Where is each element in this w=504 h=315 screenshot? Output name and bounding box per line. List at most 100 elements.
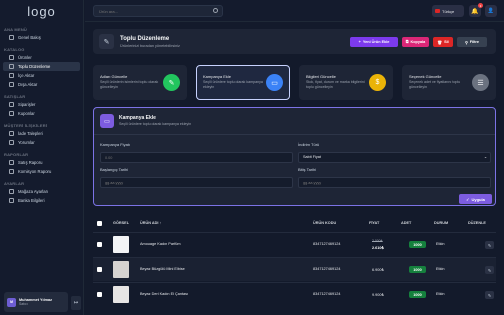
start-date-input[interactable] bbox=[100, 177, 293, 188]
sidebar-item-reviews[interactable]: Yorumlar bbox=[3, 138, 80, 147]
product-code: 8347127469124 bbox=[313, 292, 341, 296]
avatar: M bbox=[7, 297, 16, 307]
column-status: DURUM bbox=[434, 221, 449, 225]
section-reports: RAPORLAR bbox=[4, 152, 29, 157]
sidebar-item-label: Ürünler bbox=[18, 55, 32, 60]
sidebar-item-commission-report[interactable]: Komisyon Raporu bbox=[3, 167, 80, 176]
product-image bbox=[113, 286, 129, 303]
app-logo[interactable]: logo bbox=[0, 0, 83, 22]
pencil-icon: ✎ bbox=[163, 74, 180, 91]
sidebar-item-returns[interactable]: İade Talepleri bbox=[3, 129, 80, 138]
product-code: 8347127469124 bbox=[313, 242, 341, 246]
row-checkbox[interactable] bbox=[97, 267, 102, 272]
end-date-input[interactable] bbox=[298, 177, 491, 188]
notification-badge: 3 bbox=[478, 3, 483, 8]
sidebar-item-orders[interactable]: Siparişler bbox=[3, 100, 80, 109]
sidebar-item-overview[interactable]: Genel Bakış bbox=[3, 33, 80, 42]
column-image: GÖRSEL bbox=[113, 221, 130, 225]
table-row[interactable]: Beyaz Deri Kadın El Çantası 834712746912… bbox=[93, 282, 496, 306]
sidebar-item-coupons[interactable]: Kuponlar bbox=[3, 109, 80, 118]
table-row[interactable]: Beyaz Büzgülü Mini Elbise 8347127469124 … bbox=[93, 257, 496, 281]
sidebar-item-label: Toplu Düzenleme bbox=[18, 64, 51, 69]
delete-button[interactable]: 🗑 Sil bbox=[433, 37, 453, 47]
sidebar-item-bulk-edit[interactable]: Toplu Düzenleme bbox=[3, 62, 80, 71]
search-input[interactable] bbox=[93, 5, 223, 17]
row-checkbox[interactable] bbox=[97, 292, 102, 297]
page-title: Toplu Düzenleme bbox=[120, 36, 170, 42]
profile-button[interactable]: 👤 bbox=[485, 5, 497, 17]
card-update-info[interactable]: Bilgileri Güncelle Stok, fiyat, durum ve… bbox=[299, 65, 393, 100]
grid-icon bbox=[9, 35, 14, 40]
card-desc: Seçili ürünlerin isimlerini toplu olarak… bbox=[100, 80, 159, 89]
campaign-price-input[interactable] bbox=[100, 152, 293, 163]
credit-card-icon: ▭ bbox=[266, 74, 283, 91]
status-text: Etkin bbox=[436, 267, 445, 271]
campaign-panel: ▭ Kampanya Ekle Seçili ürünlere toplu ol… bbox=[93, 107, 496, 206]
logout-button[interactable]: ↦ bbox=[71, 296, 81, 310]
logo-text: logo bbox=[27, 3, 56, 19]
notifications-button[interactable]: 🔔 3 bbox=[469, 3, 483, 17]
row-checkbox[interactable] bbox=[97, 242, 102, 247]
status-text: Etkin bbox=[436, 242, 445, 246]
export-icon bbox=[9, 82, 14, 87]
filter-button[interactable]: ⚲ Filtre bbox=[457, 37, 487, 47]
percent-icon bbox=[9, 169, 14, 174]
sidebar-item-import[interactable]: İçe Aktar bbox=[3, 71, 80, 80]
column-price: FİYAT bbox=[369, 221, 380, 225]
column-qty: ADET bbox=[401, 221, 412, 225]
qty-badge: 1000 bbox=[409, 291, 426, 298]
chart-icon bbox=[9, 160, 14, 165]
product-price: 9.900₺ bbox=[372, 293, 384, 297]
cart-icon bbox=[9, 102, 14, 107]
column-code: ÜRÜN KODU bbox=[313, 221, 337, 225]
user-card[interactable]: M Muhammet Yılmaz Satıcı bbox=[4, 292, 68, 312]
sidebar-item-bank-info[interactable]: Banka Bilgileri bbox=[3, 196, 80, 205]
table-row[interactable]: Amouage Kadın Parfüm 8347127469124 2.000… bbox=[93, 232, 496, 256]
copy-button[interactable]: ⧉ Kopyala bbox=[402, 37, 429, 47]
sidebar-item-label: Dışa Aktar bbox=[18, 82, 38, 87]
language-selector[interactable]: Türkçe bbox=[432, 5, 464, 17]
edit-button[interactable]: ✎ bbox=[485, 266, 494, 274]
sidebar-item-label: Genel Bakış bbox=[18, 35, 41, 40]
card-title: Adları Güncelle bbox=[100, 74, 128, 79]
new-product-button[interactable]: + Yeni Ürün Ekle bbox=[350, 37, 398, 47]
apply-button[interactable]: ✓ Uygula bbox=[459, 194, 492, 204]
select-all-checkbox[interactable] bbox=[97, 221, 102, 226]
qty-badge: 1000 bbox=[409, 266, 426, 273]
card-add-campaign[interactable]: Kampanya Ekle Seçili ürünlere toplu olar… bbox=[196, 65, 290, 100]
edit-button[interactable]: ✎ bbox=[485, 291, 494, 299]
card-update-options[interactable]: Seçenek Güncelle Seçenek adet ve fiyatla… bbox=[402, 65, 496, 100]
column-name[interactable]: ÜRÜN ADI ↑ bbox=[140, 221, 161, 225]
column-edit: DÜZENLE bbox=[468, 221, 486, 225]
section-settings: AYARLAR bbox=[4, 181, 25, 186]
card-title: Bilgileri Güncelle bbox=[306, 74, 336, 79]
page-header: ✎ Toplu Düzenleme Ürünlerinizi buradan y… bbox=[93, 29, 496, 54]
sidebar: logo ANA MENÜ Genel Bakış KATALOG Ürünle… bbox=[0, 0, 84, 315]
sidebar-item-products[interactable]: Ürünler bbox=[3, 53, 80, 62]
end-date-label: Bitiş Tarihi bbox=[298, 167, 317, 172]
discount-type-label: İndirim Türü bbox=[298, 142, 320, 147]
section-main: ANA MENÜ bbox=[4, 27, 28, 32]
sidebar-item-store-settings[interactable]: Mağaza Ayarları bbox=[3, 187, 80, 196]
button-label: Filtre bbox=[469, 40, 480, 44]
dollar-icon: $ bbox=[369, 74, 386, 91]
filter-icon: ⚲ bbox=[464, 40, 468, 45]
section-sales: SATIŞLAR bbox=[4, 94, 26, 99]
check-icon: ✓ bbox=[466, 196, 470, 202]
box-icon bbox=[9, 55, 14, 60]
sidebar-item-export[interactable]: Dışa Aktar bbox=[3, 80, 80, 89]
topbar: Türkçe 🔔3 👤 bbox=[85, 0, 504, 22]
ticket-icon bbox=[9, 111, 14, 116]
page-subtitle: Ürünlerinizi buradan yönetebilirsiniz bbox=[120, 44, 180, 48]
qty-badge: 1000 bbox=[409, 241, 426, 248]
start-date-label: Başlangıç Tarihi bbox=[100, 167, 129, 172]
sidebar-item-sales-report[interactable]: Satış Raporu bbox=[3, 158, 80, 167]
edit-icon bbox=[9, 64, 14, 69]
button-label: Yeni Ürün Ekle bbox=[362, 40, 390, 44]
card-update-names[interactable]: Adları Güncelle Seçili ürünlerin isimler… bbox=[93, 65, 187, 100]
import-icon bbox=[9, 73, 14, 78]
sidebar-item-label: İade Talepleri bbox=[18, 131, 43, 136]
discount-type-select[interactable]: Sabit Fiyat ⌄ bbox=[298, 152, 491, 163]
bank-icon bbox=[9, 198, 14, 203]
edit-button[interactable]: ✎ bbox=[485, 241, 494, 249]
